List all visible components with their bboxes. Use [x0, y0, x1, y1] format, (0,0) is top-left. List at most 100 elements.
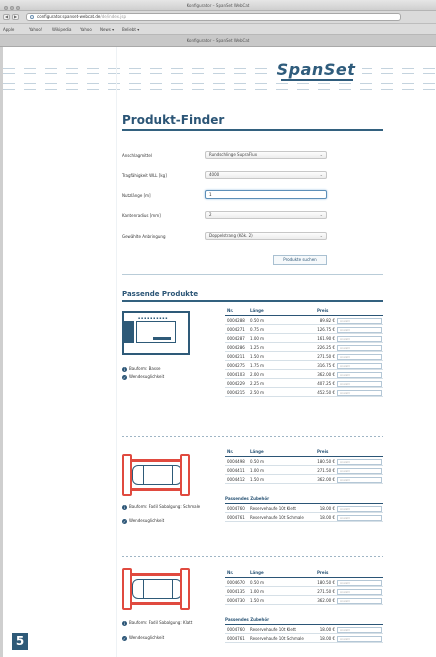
header-dash-line — [3, 83, 436, 84]
cell-length: 1.25 m — [250, 345, 265, 350]
cell-nr: 0004412 — [227, 477, 245, 482]
cell-length: 2.00 m — [250, 372, 265, 377]
load-cylinder — [132, 579, 182, 599]
check-icon: ✓ — [122, 518, 127, 524]
table-row: 0004103 2.00 m 362.00 € Anzahl — [225, 371, 383, 379]
quantity-input[interactable]: Anzahl — [337, 363, 382, 369]
url-path: /de/index.jsp — [100, 14, 127, 19]
cell-length: 2.50 m — [250, 390, 265, 395]
cylinder-band — [143, 580, 173, 598]
table-row: 0004412 1.50 m 362.00 € Anzahl — [225, 476, 383, 484]
quantity-input[interactable]: Anzahl — [337, 515, 382, 521]
back-button[interactable]: ◀ — [3, 14, 10, 20]
cell-price: 18.00 € — [319, 506, 335, 511]
tab-title[interactable]: Konfigurator – SpanSet WebCat — [187, 38, 250, 43]
quantity-input[interactable]: Anzahl — [337, 336, 382, 342]
quantity-input[interactable]: Anzahl — [337, 627, 382, 633]
quantity-input[interactable]: Anzahl — [337, 372, 382, 378]
product-note: ✓ Wendesuglichkeit — [122, 373, 164, 380]
product-stitch-pattern: ▪▪▪▪▪▪▪▪▪▪ — [138, 316, 169, 320]
group-separator — [122, 436, 383, 437]
header-price: Preis — [317, 570, 329, 575]
cell-length: 2.25 m — [250, 381, 265, 386]
finder-rule — [122, 129, 383, 131]
cell-nr: 0004730 — [227, 598, 245, 603]
cell-price: 271.50 € — [317, 589, 335, 594]
cell-price: 271.50 € — [317, 354, 335, 359]
spanset-logo[interactable]: SpanSet — [270, 60, 362, 80]
url-field[interactable]: configurator.spanset-webcat.de/de/index.… — [26, 13, 401, 21]
field-label: Gewählte Anbringung — [122, 234, 166, 239]
header-nr: Nr. — [227, 570, 234, 575]
select-value: 4000 — [209, 172, 220, 177]
url-text: configurator.spanset-webcat.de — [37, 14, 101, 19]
anschlagmittel-select[interactable]: Rundschlinge SupraFlux ⌄ — [205, 151, 327, 159]
quantity-input[interactable]: Anzahl — [337, 589, 382, 595]
note-text: Wendesuglichkeit — [129, 635, 165, 640]
cell-nr: 0004211 — [227, 354, 245, 359]
quantity-input[interactable]: Anzahl — [337, 468, 382, 474]
minimize-icon[interactable] — [10, 6, 14, 10]
quantity-input[interactable]: Anzahl — [337, 477, 382, 483]
search-products-button[interactable]: Produkte suchen — [273, 255, 327, 265]
forward-button[interactable]: ▶ — [12, 14, 19, 20]
product-image-ratchet — [122, 451, 192, 499]
table-row: 0004760 Reservehaufe 10t Klett 18.00 € Anza… — [225, 626, 383, 634]
wll-select[interactable]: 4000 ⌄ — [205, 171, 327, 179]
note-text: Wendesuglichkeit — [129, 374, 165, 379]
edge-radius-select[interactable]: 2 ⌄ — [205, 211, 327, 219]
product-frame — [136, 321, 176, 343]
chevron-down-icon: ⌄ — [319, 212, 323, 217]
table-row: 0004411 1.00 m 271.50 € Anzahl — [225, 467, 383, 475]
quantity-input[interactable]: Anzahl — [337, 459, 382, 465]
cell-length: 1.00 m — [250, 468, 265, 473]
cell-price: 362.00 € — [317, 477, 335, 482]
browser-window: Konfigurator – SpanSet WebCat ◀ ▶ config… — [0, 0, 436, 657]
cell-nr: 0004761 — [227, 515, 245, 520]
quantity-input[interactable]: Anzahl — [337, 345, 382, 351]
bookmark-item[interactable]: Apple — [3, 24, 14, 35]
window-title: Konfigurator – SpanSet WebCat — [186, 3, 250, 8]
cell-nr: 0004286 — [227, 345, 245, 350]
address-bar: ◀ ▶ configurator.spanset-webcat.de/de/in… — [0, 11, 436, 24]
bookmark-item[interactable]: Wikipedia — [52, 24, 72, 35]
close-icon[interactable] — [4, 6, 8, 10]
length-input[interactable]: 1 — [205, 190, 327, 199]
cell-length: 1.00 m — [250, 336, 265, 341]
quantity-input[interactable]: Anzahl — [337, 580, 382, 586]
accessory-title: Passendes Zubehör — [225, 496, 270, 501]
product-band — [124, 321, 134, 343]
quantity-input[interactable]: Anzahl — [337, 327, 382, 333]
bookmark-item[interactable]: Beliebt ▾ — [122, 24, 139, 35]
zoom-icon[interactable] — [16, 6, 20, 10]
cell-length: 0.50 m — [250, 459, 265, 464]
tab-bar[interactable]: Konfigurator – SpanSet WebCat — [0, 35, 436, 47]
note-text: Bauform: Fadil Sabalgung: Klatt — [129, 620, 193, 625]
quantity-input[interactable]: Anzahl — [337, 354, 382, 360]
hook-right — [180, 454, 190, 496]
window-titlebar: Konfigurator – SpanSet WebCat — [0, 0, 436, 11]
info-icon: i — [122, 620, 127, 626]
page-divider — [116, 47, 117, 657]
bookmark-item[interactable]: Yahoo! — [29, 24, 42, 35]
product-note: i Bauform: Basse — [122, 365, 161, 372]
quantity-input[interactable]: Anzahl — [337, 381, 382, 387]
table-header: Nr. Länge Preis — [225, 569, 383, 577]
quantity-input[interactable]: Anzahl — [337, 636, 382, 642]
strap-line — [126, 488, 188, 491]
cell-price: 180.50 € — [317, 580, 335, 585]
note-text: Bauform: Basse — [129, 366, 161, 371]
product-label-block — [153, 337, 171, 340]
table-row: 0004229 2.25 m 407.25 € Anzahl — [225, 380, 383, 388]
quantity-input[interactable]: Anzahl — [337, 390, 382, 396]
bookmark-item[interactable]: Yahoo — [80, 24, 92, 35]
attachment-select[interactable]: Doppelstrang (Kök. 2) ⌄ — [205, 232, 327, 240]
table-row: 0004761 Reservehaufe 10t Schmale 18.00 € An… — [225, 514, 383, 522]
header-nr: Nr. — [227, 308, 234, 313]
accessory-rule — [225, 624, 383, 625]
quantity-input[interactable]: Anzahl — [337, 506, 382, 512]
quantity-input[interactable]: Anzahl — [337, 318, 382, 324]
bookmark-item[interactable]: News ▾ — [100, 24, 114, 35]
cell-nr: 0004761 — [227, 636, 245, 641]
quantity-input[interactable]: Anzahl — [337, 598, 382, 604]
